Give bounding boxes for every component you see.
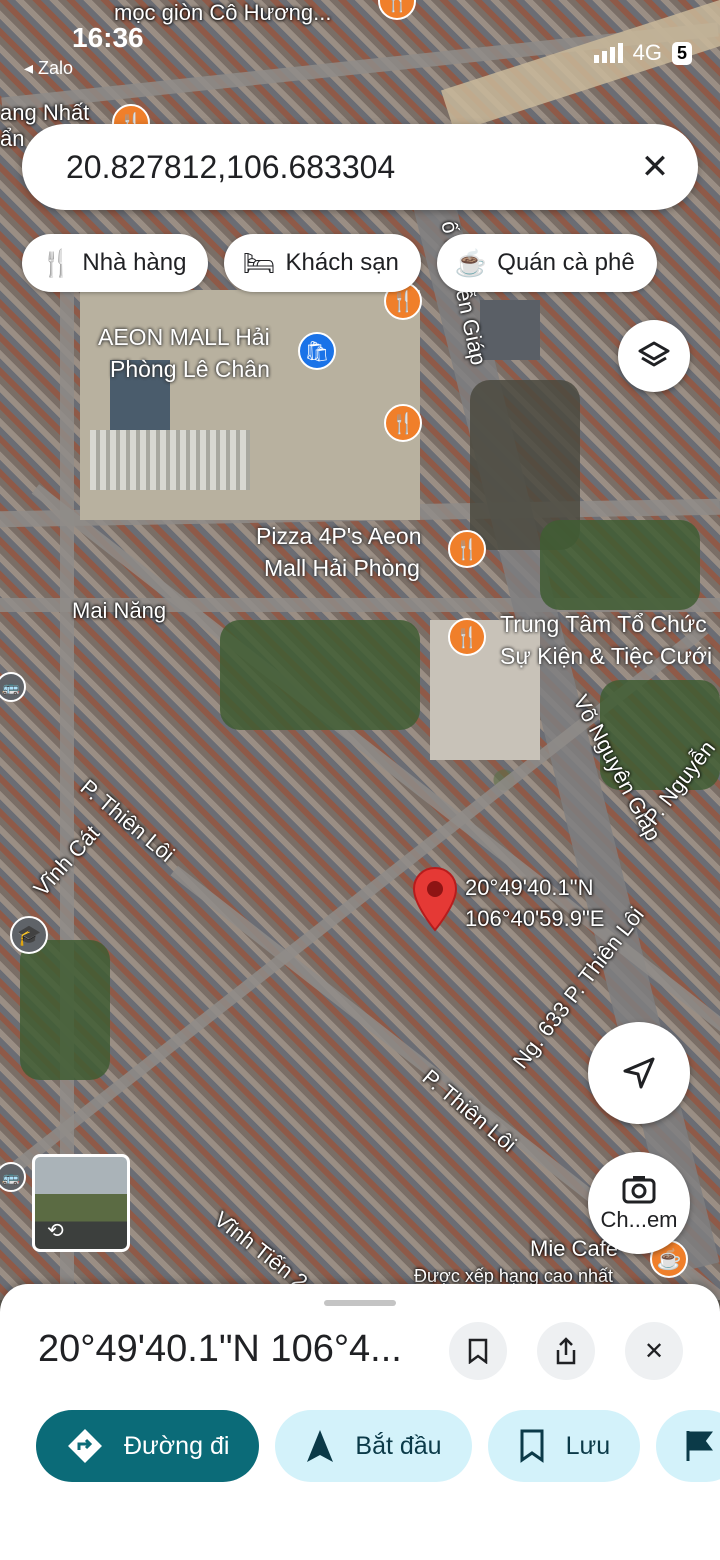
bookmark-icon: [520, 1429, 544, 1463]
save-bookmark-button[interactable]: [449, 1322, 507, 1380]
street-thien-loi-center: P. Thiên Lôi: [417, 1064, 522, 1157]
place-title: 20°49'40.1"N 106°4...: [38, 1328, 402, 1370]
rotate-360-icon: ⟲: [47, 1220, 64, 1242]
more-actions-button[interactable]: [656, 1410, 720, 1482]
aeon-mall-label-2[interactable]: Phòng Lê Chân: [110, 354, 270, 384]
map-label-top: mọc giòn Cô Hương...: [114, 0, 332, 25]
action-buttons: Đường đi Bắt đầu Lưu: [36, 1410, 720, 1482]
pin-coordinates: 20°49'40.1"N 106°40'59.9"E: [465, 872, 604, 934]
event-center-label-1[interactable]: Trung Tâm Tổ Chức: [500, 609, 707, 639]
restaurant-poi-icon[interactable]: 🍴: [384, 404, 422, 442]
fork-knife-icon: 🍴: [40, 247, 73, 278]
status-indicators: 4G 5: [593, 40, 692, 66]
share-button[interactable]: [537, 1322, 595, 1380]
chip-hotels[interactable]: 🛏 Khách sạn: [224, 234, 421, 292]
network-type: 4G: [632, 40, 662, 65]
camera-icon: [622, 1176, 656, 1204]
directions-label: Đường đi: [124, 1431, 230, 1460]
layers-button[interactable]: [618, 320, 690, 392]
bus-stop-icon[interactable]: 🚌: [0, 1162, 26, 1192]
chip-label: Khách sạn: [285, 249, 399, 276]
navigation-start-icon: [307, 1430, 334, 1462]
pizza-label-2[interactable]: Mall Hải Phòng: [264, 553, 420, 583]
search-input[interactable]: 20.827812,106.683304: [22, 149, 612, 186]
aeon-mall-label-1[interactable]: AEON MALL Hải: [98, 322, 270, 352]
pizza-label-1[interactable]: Pizza 4P's Aeon: [256, 521, 422, 551]
flag-icon: [686, 1431, 714, 1461]
street-vinh-tien: Vĩnh Tiến 2: [209, 1206, 313, 1295]
chip-label: Nhà hàng: [82, 249, 187, 276]
restaurant-poi-icon[interactable]: 🍴: [448, 530, 486, 568]
search-bar[interactable]: 20.827812,106.683304 ✕: [22, 124, 698, 210]
school-icon[interactable]: 🎓: [10, 916, 48, 954]
drag-handle[interactable]: [324, 1300, 396, 1306]
chip-restaurants[interactable]: 🍴 Nhà hàng: [22, 234, 209, 292]
event-center-label-2[interactable]: Sự Kiện & Tiệc Cưới: [500, 641, 712, 671]
camera-button-label: Ch...em: [600, 1207, 678, 1232]
bed-icon: 🛏: [242, 247, 276, 278]
clear-search-icon[interactable]: ✕: [612, 147, 698, 187]
status-time: 16:36: [72, 22, 144, 53]
my-location-button[interactable]: [588, 1022, 690, 1124]
directions-button[interactable]: Đường đi: [36, 1410, 260, 1482]
start-label: Bắt đầu: [355, 1431, 442, 1460]
bookmark-icon: [468, 1338, 488, 1364]
chip-label: Quán cà phê: [497, 249, 635, 276]
battery-icon: 5: [671, 41, 692, 65]
map-label-partial: ang Nhất: [0, 100, 90, 125]
map-label-partial2: ẩn: [0, 126, 25, 151]
restaurant-poi-icon[interactable]: 🍴: [448, 618, 486, 656]
close-icon: ✕: [643, 1337, 665, 1365]
share-icon: [556, 1337, 576, 1365]
coffee-cup-icon: ☕: [454, 247, 488, 278]
start-button[interactable]: Bắt đầu: [275, 1410, 472, 1482]
save-button[interactable]: Lưu: [487, 1410, 641, 1482]
street-mai-nang: Mai Năng: [72, 598, 167, 623]
close-sheet-button[interactable]: ✕: [625, 1322, 683, 1380]
lens-camera-button[interactable]: Ch...em: [588, 1152, 690, 1254]
location-pin-icon[interactable]: [412, 866, 458, 932]
directions-icon: [68, 1429, 102, 1463]
save-label: Lưu: [565, 1431, 611, 1460]
place-bottom-sheet[interactable]: 20°49'40.1"N 106°4... ✕ Đường đi Bắt đầu…: [0, 1284, 720, 1560]
navigation-arrow-icon: [623, 1057, 655, 1089]
pin-longitude: 106°40'59.9"E: [465, 906, 605, 931]
street-view-thumbnail[interactable]: ⟲: [32, 1154, 130, 1252]
category-chips: 🍴 Nhà hàng 🛏 Khách sạn ☕ Quán cà phê: [22, 234, 657, 292]
bus-stop-icon[interactable]: 🚌: [0, 672, 26, 702]
chip-cafes[interactable]: ☕ Quán cà phê: [436, 234, 657, 292]
back-to-app[interactable]: ◂ Zalo: [24, 58, 73, 79]
restaurant-poi-icon[interactable]: 🍴: [378, 0, 416, 20]
pin-latitude: 20°49'40.1"N: [465, 875, 594, 900]
signal-icon: [593, 43, 623, 63]
shopping-bag-icon[interactable]: 🛍: [298, 332, 336, 370]
layers-icon: [638, 341, 670, 367]
